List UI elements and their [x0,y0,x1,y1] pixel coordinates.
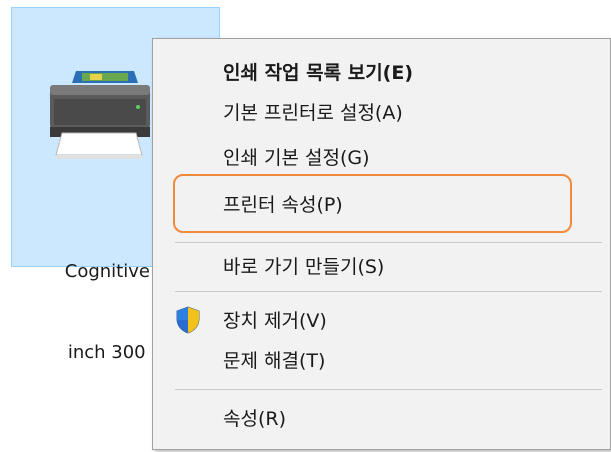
menu-separator [175,242,602,243]
explorer-view: Cognitive C inch 300 D 인쇄 작업 목록 보기(E) 기본… [0,0,611,452]
menu-item-properties[interactable]: 속성(R) [153,397,610,437]
menu-separator [175,291,602,292]
menu-item-troubleshoot[interactable]: 문제 해결(T) [153,339,610,379]
menu-item-view-print-queue[interactable]: 인쇄 작업 목록 보기(E) [153,51,610,91]
menu-item-create-shortcut[interactable]: 바로 가기 만들기(S) [153,245,610,285]
menu-item-printing-preferences[interactable]: 인쇄 기본 설정(G) [153,136,610,176]
context-menu: 인쇄 작업 목록 보기(E) 기본 프린터로 설정(A) 인쇄 기본 설정(G)… [152,38,611,450]
menu-item-set-default-printer[interactable]: 기본 프린터로 설정(A) [153,91,610,131]
menu-separator [175,389,602,390]
menu-item-printer-properties[interactable]: 프린터 속성(P) [153,183,610,223]
printer-icon [50,71,150,159]
menu-item-remove-device[interactable]: 장치 제거(V) [153,299,610,339]
